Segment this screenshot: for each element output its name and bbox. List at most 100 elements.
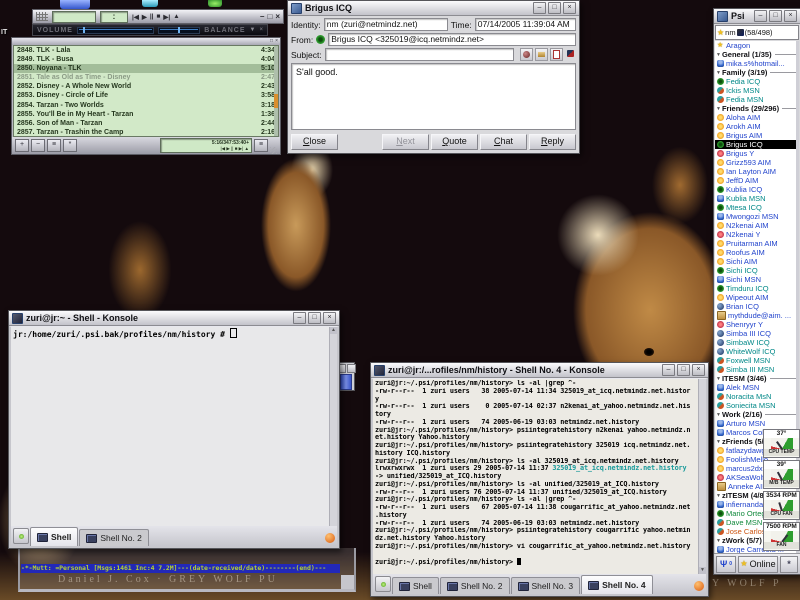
- playlist-row[interactable]: 2848. TLK - Lala4:34: [14, 46, 278, 55]
- roster-contact[interactable]: Simba III ICQ: [715, 329, 799, 338]
- playlist-row[interactable]: 2856. Son of Man - Tarzan2:44: [14, 119, 278, 128]
- roster-contact[interactable]: Foxwell MSN: [715, 356, 799, 365]
- playlist-row[interactable]: 2852. Disney - A Whole New World2:43: [14, 82, 278, 91]
- icq-titlebar[interactable]: Brigus ICQ – □ ×: [288, 1, 579, 16]
- playlist-misc-button[interactable]: *: [63, 139, 77, 152]
- player-shade-button[interactable]: □: [267, 12, 272, 21]
- roster-contact[interactable]: Soniecita MSN: [715, 401, 799, 410]
- eject-button[interactable]: ▲: [173, 13, 179, 21]
- volume-slider[interactable]: [77, 27, 154, 34]
- roster-group[interactable]: ▼Friends (29/296): [715, 104, 799, 113]
- roster-contact[interactable]: Pruitarman AIM: [715, 239, 799, 248]
- maximize-icon[interactable]: □: [769, 10, 782, 22]
- session-tab[interactable]: Shell: [30, 527, 78, 546]
- playlist-row[interactable]: 2855. You'll Be in My Heart - Tarzan1:36: [14, 110, 278, 119]
- eq-toggle-icon[interactable]: ▼: [250, 27, 256, 33]
- roster-contact[interactable]: Wipeout AIM: [715, 293, 799, 302]
- roster-contact[interactable]: Kublia MSN: [715, 194, 799, 203]
- maximize-icon[interactable]: □: [548, 2, 561, 14]
- pause-button[interactable]: ||: [150, 13, 154, 21]
- clipboard-icon[interactable]: [550, 48, 563, 61]
- roster-contact[interactable]: Noracita MsN: [715, 392, 799, 401]
- desktop-icon-fragment-teal[interactable]: [142, 0, 158, 7]
- balance-slider[interactable]: [158, 27, 200, 34]
- stop-button[interactable]: ■: [156, 13, 160, 21]
- roster-contact[interactable]: Arturo MSN: [715, 419, 799, 428]
- roster-contact[interactable]: Shenryyr Y: [715, 320, 799, 329]
- psi-titlebar[interactable]: Psi – □ ×: [714, 9, 800, 24]
- roster-contact[interactable]: mika.s%hotmail...: [715, 59, 799, 68]
- roster-contact[interactable]: Fedia ICQ: [715, 77, 799, 86]
- next-button[interactable]: ▶|: [163, 13, 170, 21]
- playlist-row[interactable]: 2857. Tarzan - Trashin the Camp2:16: [14, 128, 278, 137]
- session-tab[interactable]: Shell: [392, 577, 439, 594]
- playlist-list-button[interactable]: ≡: [254, 139, 268, 152]
- close-icon[interactable]: ×: [784, 10, 797, 22]
- playlist-scrollbar[interactable]: [274, 46, 278, 136]
- roster-group[interactable]: ▼General (1/35): [715, 50, 799, 59]
- roster-contact[interactable]: Ian Layton AIM: [715, 167, 799, 176]
- session-tab[interactable]: Shell No. 4: [581, 575, 652, 594]
- playlist-row[interactable]: 2849. TLK - Busa4:04: [14, 55, 278, 64]
- terminal-scrollbar[interactable]: ▼: [698, 379, 706, 574]
- folder-icon[interactable]: [535, 48, 548, 61]
- reply-button[interactable]: Reply: [529, 134, 576, 150]
- mutt-resize-grip[interactable]: [341, 575, 354, 589]
- roster-contact[interactable]: Simba III MSN: [715, 365, 799, 374]
- playlist-resize-grip[interactable]: [270, 147, 277, 154]
- message-body[interactable]: S'all good.: [291, 63, 576, 130]
- playlist-row[interactable]: 2853. Disney - Circle of Life3:58: [14, 91, 278, 100]
- session-close-icon[interactable]: [694, 581, 704, 591]
- desktop-icon-fragment-green[interactable]: [208, 0, 222, 7]
- player-main-window[interactable]: : |◀ ▶ || ■ ▶| ▲ – □ ×: [32, 9, 284, 24]
- playlist-close-icon[interactable]: ×: [275, 39, 278, 44]
- minimize-icon[interactable]: –: [293, 312, 306, 324]
- roster-contact[interactable]: N2kenai AIM: [715, 221, 799, 230]
- terminal-scrollbar[interactable]: ▲: [329, 327, 337, 526]
- roster-contact[interactable]: Timduru ICQ: [715, 284, 799, 293]
- prev-button[interactable]: |◀: [132, 13, 139, 21]
- roster-contact[interactable]: SimbaW ICQ: [715, 338, 799, 347]
- terminal-output[interactable]: jr:/home/zuri/.psi.bak/profiles/nm/histo…: [11, 327, 337, 526]
- konsole4-titlebar[interactable]: zuri@jr:/...rofiles/nm/history - Shell N…: [371, 363, 708, 378]
- playlist-add-button[interactable]: +: [15, 139, 29, 152]
- roster-contact[interactable]: ★Aragon: [715, 41, 799, 50]
- roster-contact[interactable]: Aloha AIM: [715, 113, 799, 122]
- playlist-remove-button[interactable]: −: [31, 139, 45, 152]
- playlist-row[interactable]: 2854. Tarzan - Two Worlds3:18: [14, 101, 278, 110]
- roster-contact[interactable]: Brigus ICQ: [715, 140, 799, 149]
- new-session-button[interactable]: [13, 528, 29, 544]
- roster-contact[interactable]: Grizz593 AIM: [715, 158, 799, 167]
- minimize-icon[interactable]: –: [662, 364, 675, 376]
- playlist-row[interactable]: 2851. Tale as Old as Time - Disney2:47: [14, 73, 278, 82]
- roster-contact[interactable]: Fedia MSN: [715, 95, 799, 104]
- new-session-button[interactable]: [375, 576, 391, 592]
- globe-icon[interactable]: [520, 48, 533, 61]
- close-icon[interactable]: ×: [692, 364, 705, 376]
- roster-contact[interactable]: Ickis MSN: [715, 86, 799, 95]
- roster-contact[interactable]: Brigus AIM: [715, 131, 799, 140]
- roster-contact[interactable]: Brian ICQ: [715, 302, 799, 311]
- roster-contact[interactable]: Alek MSN: [715, 383, 799, 392]
- roster-contact[interactable]: Roofus AIM: [715, 248, 799, 257]
- mutt-window-bottom[interactable]: -*-Mutt: =Personal [Msgs:1461 Inc:4 7.2M…: [18, 548, 356, 592]
- roster-contact[interactable]: N2kenai Y: [715, 230, 799, 239]
- roster-contact[interactable]: mythdude@aim. ...: [715, 311, 799, 320]
- account-selector[interactable]: ★ nm (58/498): [715, 25, 799, 40]
- roster-contact[interactable]: Mwongozi MSN: [715, 212, 799, 221]
- quote-button[interactable]: Quote: [431, 134, 478, 150]
- status-selector[interactable]: ★ Online: [738, 556, 778, 573]
- chat-button[interactable]: Chat: [480, 134, 527, 150]
- roster-contact[interactable]: Sichi AIM: [715, 257, 799, 266]
- psi-menu-button[interactable]: Ψ0: [716, 556, 736, 573]
- player-close-button[interactable]: ×: [275, 12, 280, 21]
- session-tab[interactable]: Shell No. 3: [511, 577, 581, 594]
- roster-contact[interactable]: Sichi ICQ: [715, 266, 799, 275]
- session-tab[interactable]: Shell No. 2: [440, 577, 510, 594]
- roster-contact[interactable]: WhiteWolf ICQ: [715, 347, 799, 356]
- playlist-row[interactable]: 2850. Noyana - TLK5:10: [14, 64, 278, 73]
- session-close-icon[interactable]: [325, 533, 335, 543]
- roster-contact[interactable]: JeffD AIM: [715, 176, 799, 185]
- roster-group[interactable]: ▼Family (3/19): [715, 68, 799, 77]
- mutt-scrollbar-fragment[interactable]: [340, 374, 352, 390]
